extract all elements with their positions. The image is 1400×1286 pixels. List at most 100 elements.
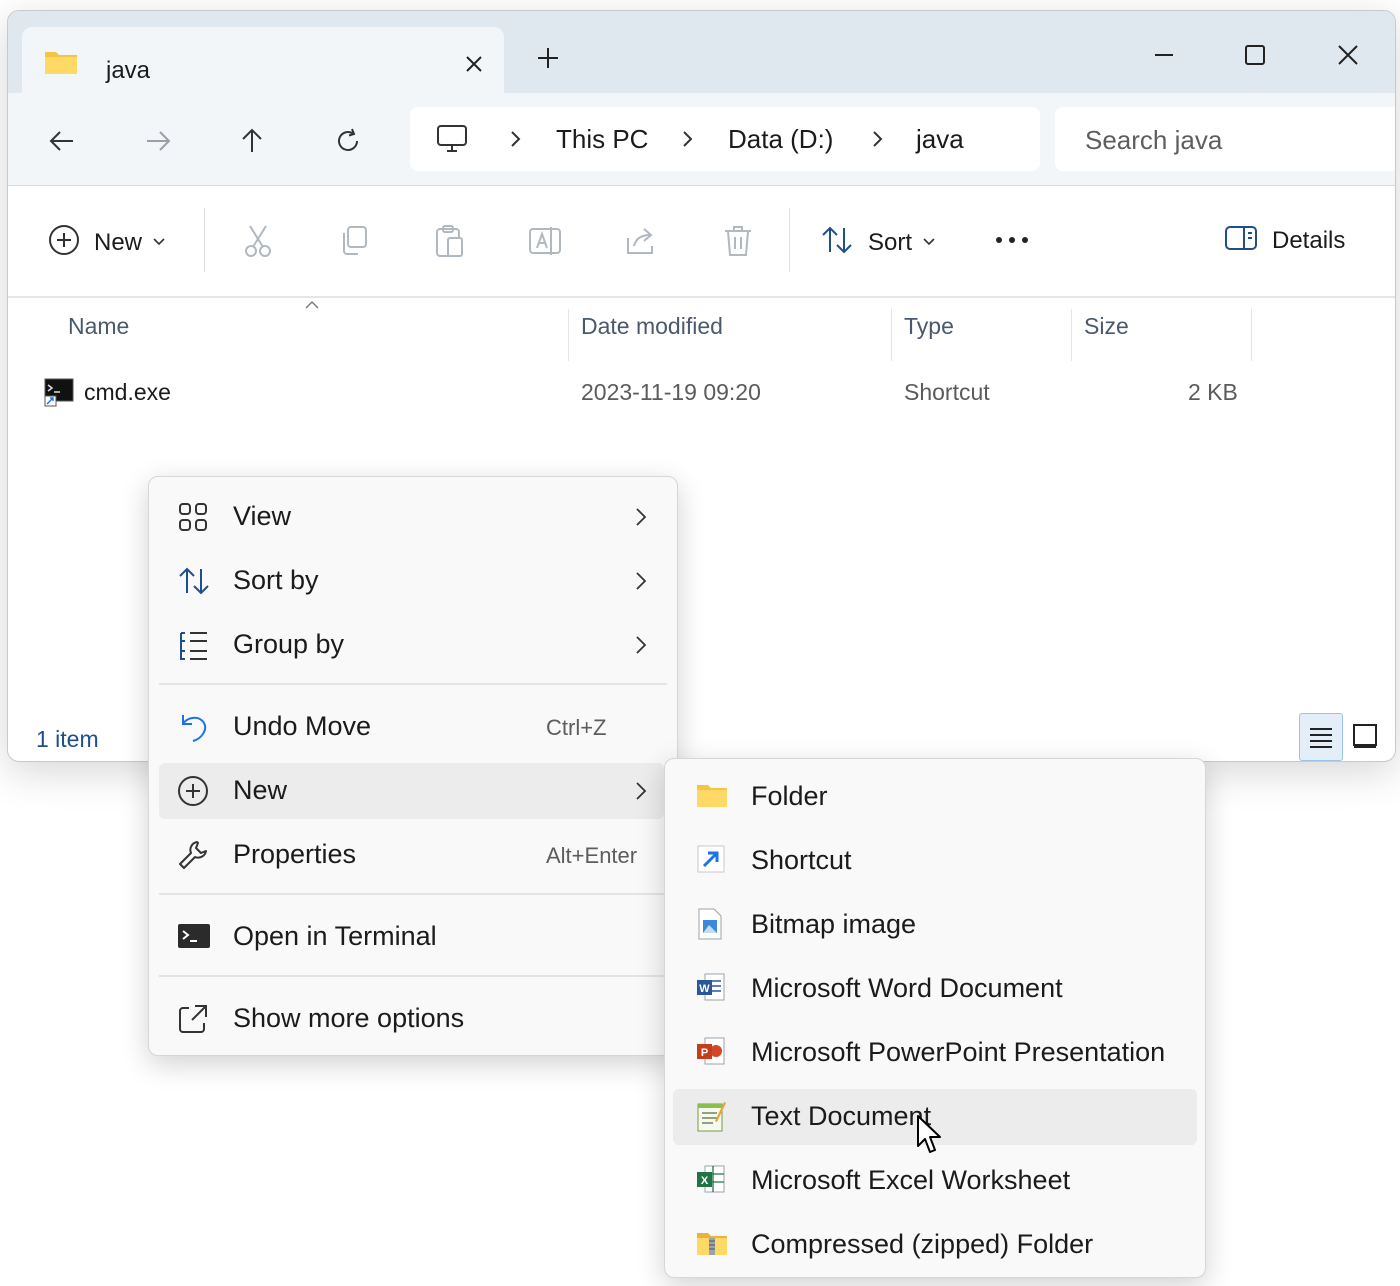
paste-icon[interactable] — [434, 224, 466, 258]
menu-separator — [159, 683, 667, 685]
cut-icon[interactable] — [242, 224, 274, 258]
menu-item-view[interactable]: View — [159, 489, 664, 545]
share-icon[interactable] — [624, 224, 658, 258]
menu-item-undo-move[interactable]: Undo Move Ctrl+Z — [159, 699, 664, 755]
minimize-icon[interactable] — [1134, 25, 1194, 85]
sort-button[interactable]: Sort — [820, 224, 936, 261]
file-type: Shortcut — [904, 379, 990, 405]
sort-indicator-icon — [304, 297, 320, 315]
close-window-icon[interactable] — [1318, 25, 1378, 85]
copy-icon[interactable] — [338, 224, 370, 258]
chevron-right-icon — [868, 127, 888, 151]
back-arrow-icon[interactable] — [40, 119, 84, 163]
excel-icon: X — [695, 1163, 729, 1199]
breadcrumb-java[interactable]: java — [916, 124, 964, 155]
large-icons-view-icon[interactable] — [1344, 713, 1386, 759]
new-tab-icon[interactable] — [533, 43, 563, 73]
new-button-label: New — [94, 228, 143, 256]
submenu-item-label: Microsoft Word Document — [751, 973, 1063, 1003]
menu-item-label: Sort by — [233, 565, 319, 595]
context-menu: View Sort by Group by Undo Move Ctrl+Z N… — [148, 476, 678, 1056]
menu-separator — [159, 893, 667, 895]
chevron-right-icon — [678, 127, 698, 151]
toolbar-divider — [204, 208, 205, 272]
chevron-right-icon — [632, 505, 650, 529]
group-list-icon — [177, 629, 211, 661]
rename-icon[interactable] — [528, 224, 562, 258]
breadcrumb-data-drive[interactable]: Data (D:) — [728, 124, 833, 155]
file-date: 2023-11-19 09:20 — [581, 379, 761, 405]
column-divider[interactable] — [1251, 309, 1252, 361]
menu-separator — [159, 975, 667, 977]
details-pane-icon — [1224, 224, 1258, 257]
column-header-type[interactable]: Type — [904, 313, 954, 340]
sort-arrows-icon — [820, 224, 854, 261]
column-divider[interactable] — [1071, 309, 1072, 361]
submenu-item-label: Microsoft PowerPoint Presentation — [751, 1037, 1166, 1067]
sort-arrows-icon — [177, 565, 211, 597]
column-header-size[interactable]: Size — [1084, 313, 1129, 340]
chevron-right-icon — [632, 779, 650, 803]
menu-item-show-more[interactable]: Show more options — [159, 991, 664, 1047]
menu-item-label: Properties — [233, 839, 357, 869]
command-bar: New Sort Details — [8, 186, 1395, 298]
svg-text:W: W — [699, 983, 710, 995]
chevron-down-icon — [152, 234, 166, 252]
shortcut-icon — [695, 843, 729, 879]
menu-item-label: View — [233, 501, 292, 531]
bitmap-icon — [695, 907, 729, 943]
forward-arrow-icon[interactable] — [136, 119, 180, 163]
sort-button-label: Sort — [868, 228, 913, 256]
search-input[interactable]: Search java — [1055, 107, 1395, 171]
column-header-date[interactable]: Date modified — [581, 313, 723, 340]
maximize-icon[interactable] — [1225, 25, 1285, 85]
menu-item-group-by[interactable]: Group by — [159, 617, 664, 673]
tab-java[interactable]: java — [22, 27, 504, 93]
breadcrumb-this-pc[interactable]: This PC — [556, 124, 648, 155]
more-options-icon[interactable] — [994, 230, 1030, 250]
file-row[interactable]: cmd.exe 2023-11-19 09:20 Shortcut 2 KB — [36, 367, 1256, 417]
details-view-icon[interactable] — [1299, 713, 1343, 761]
menu-item-sort-by[interactable]: Sort by — [159, 553, 664, 609]
submenu-item-label: Shortcut — [751, 845, 852, 875]
up-arrow-icon[interactable] — [230, 119, 274, 163]
column-divider[interactable] — [568, 309, 569, 361]
zip-folder-icon — [695, 1227, 729, 1263]
refresh-icon[interactable] — [326, 119, 370, 163]
submenu-item-folder[interactable]: Folder — [673, 769, 1197, 825]
details-pane-button[interactable]: Details — [1224, 224, 1345, 257]
menu-item-label: Group by — [233, 629, 345, 659]
new-button[interactable]: New — [48, 224, 166, 261]
chevron-down-icon — [922, 234, 936, 252]
cmd-shortcut-icon — [44, 377, 74, 412]
plus-circle-icon — [177, 775, 211, 807]
plus-circle-icon — [48, 224, 80, 261]
toolbar-divider — [789, 208, 790, 272]
submenu-item-bitmap[interactable]: Bitmap image — [673, 897, 1197, 953]
submenu-item-excel[interactable]: X Microsoft Excel Worksheet — [673, 1153, 1197, 1209]
menu-item-new[interactable]: New — [159, 763, 664, 819]
text-document-icon — [695, 1099, 729, 1135]
column-header-name[interactable]: Name — [68, 313, 129, 340]
submenu-item-word[interactable]: W Microsoft Word Document — [673, 961, 1197, 1017]
submenu-item-powerpoint[interactable]: P Microsoft PowerPoint Presentation — [673, 1025, 1197, 1081]
svg-text:P: P — [701, 1047, 708, 1059]
submenu-item-label: Folder — [751, 781, 828, 811]
delete-icon[interactable] — [722, 224, 754, 258]
wrench-icon — [177, 839, 211, 871]
address-bar[interactable]: This PC Data (D:) java — [410, 107, 1040, 171]
navigation-bar: This PC Data (D:) java Search java — [8, 93, 1395, 186]
menu-item-properties[interactable]: Properties Alt+Enter — [159, 827, 664, 883]
menu-item-label: New — [233, 775, 288, 805]
menu-item-open-terminal[interactable]: Open in Terminal — [159, 909, 664, 965]
terminal-icon — [177, 921, 211, 953]
submenu-item-label: Microsoft Excel Worksheet — [751, 1165, 1071, 1195]
submenu-item-zip-folder[interactable]: Compressed (zipped) Folder — [673, 1217, 1197, 1273]
column-divider[interactable] — [891, 309, 892, 361]
mouse-cursor-icon — [916, 1114, 944, 1161]
submenu-item-shortcut[interactable]: Shortcut — [673, 833, 1197, 889]
menu-item-label: Open in Terminal — [233, 921, 437, 951]
folder-icon — [695, 779, 729, 815]
close-tab-icon[interactable] — [459, 49, 489, 79]
shortcut-text: Ctrl+Z — [546, 715, 607, 740]
